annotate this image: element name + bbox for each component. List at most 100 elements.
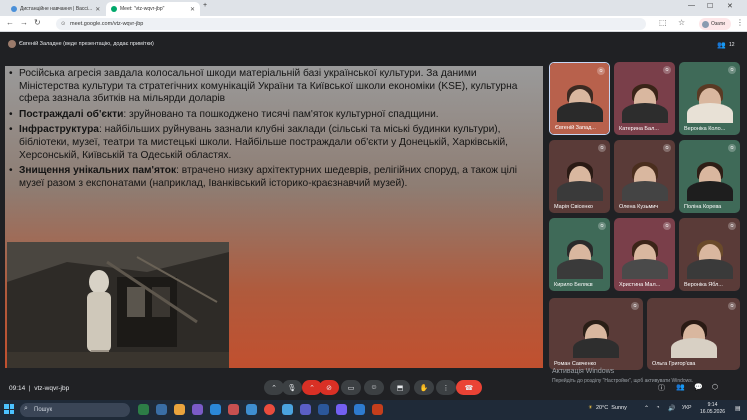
folder-icon[interactable] [174,404,185,415]
captions-button[interactable]: ▭ [341,380,361,395]
volume-icon[interactable]: 🔊 [668,405,675,412]
tab-label: Дистанційне навчання | Вассі... [20,6,93,12]
participant-name: Вероніка Коло... [684,126,726,132]
participant-shoulders [670,338,717,358]
microphone-button[interactable]: 🎙 [282,380,302,395]
camera-off-icon: ⊘ [326,384,332,392]
bullet-heading: Інфраструктура [19,124,99,136]
bookmark-star-icon[interactable]: ☆ [678,18,685,27]
url-input[interactable]: ⊙ meet.google.com/vtz-wqvr-jbp [56,18,646,30]
weather-widget[interactable]: ☀ 20°C Sunny [588,405,627,411]
people-icon[interactable]: 👥 [717,41,726,49]
tab-distance-learning[interactable]: Дистанційне навчання | Вассі... ✕ [6,2,104,16]
presenter-avatar [8,40,16,48]
edge-icon[interactable] [210,404,221,415]
participant-tile[interactable]: ⦸ Євгеній Запад... [549,62,610,135]
url-text: meet.google.com/vtz-wqvr-jbp [70,21,144,27]
clock-time: 9:14 [707,402,718,408]
participant-tile[interactable]: ⦸ Роман Савченко [549,298,643,370]
more-options-button[interactable]: ⋮ [436,380,456,395]
hand-icon: ✋ [419,384,429,392]
taskbar-clock[interactable]: 9:14 16.05.2026 [700,402,725,416]
present-icon: ⬒ [396,384,404,392]
slide-bullet: Російська агресія завдала колосальної шк… [9,68,539,106]
participant-tile[interactable]: ⦸ Кирило Беляєв [549,218,610,291]
microphone-icon: 🎙 [287,384,297,392]
reactions-button[interactable]: ☺ [364,380,384,395]
people-panel-icon[interactable]: 👥 [676,383,685,391]
participant-shoulders [686,259,733,279]
presentation-slide: Російська агресія завдала колосальної шк… [5,66,543,368]
participant-shoulders [621,181,668,201]
mic-muted-icon: ⦸ [728,66,736,74]
activities-icon[interactable]: ⬡ [712,383,718,391]
participant-name: Олена Кузьмич [619,204,659,210]
bullet-text: : зруйновано та пошкоджено тисячі пам'ят… [123,108,439,120]
site-info-icon[interactable]: ⊙ [61,21,65,27]
participant-name: Вероніка Ябл... [684,282,723,288]
more-audio-options-button[interactable]: ⌃ [264,380,284,395]
search-icon: ⌕ [24,405,28,412]
taskview-icon[interactable] [138,404,149,415]
participant-shoulders [686,103,733,123]
participant-tile[interactable]: ⦸ Вероніка Ябл... [679,218,740,291]
chrome-icon[interactable] [264,404,275,415]
profile-avatar [702,20,709,28]
app-icon[interactable] [246,404,257,415]
bullet-heading: Знищення унікальних пам'яток [19,165,177,177]
participant-tile[interactable]: ⦸ Поліна Корева [679,140,740,213]
wifi-icon[interactable]: ◔ [656,405,660,411]
windows-start-icon[interactable] [4,404,14,414]
app-icon[interactable] [300,404,311,415]
present-screen-button[interactable]: ⬒ [390,380,410,395]
info-icon[interactable]: ⓘ [658,383,665,393]
participant-tile[interactable]: ⦸ Марія Свісенко [549,140,610,213]
slide-bullet: Постраждалі об'єкти: зруйновано та пошко… [9,109,539,122]
mic-muted-icon: ⦸ [598,144,606,152]
leave-call-button[interactable]: ☎ [456,380,482,395]
maximize-icon[interactable]: ☐ [707,2,713,10]
mic-muted-icon: ⦸ [663,66,671,74]
tab-meet[interactable]: Meet: "vtz-wqvr-jbp" ✕ [106,2,200,16]
close-tab-icon[interactable]: ✕ [190,6,195,13]
participant-shoulders [621,103,668,123]
language-icon[interactable]: УКР [682,405,691,411]
participant-tile[interactable]: ⦸ Ольга Григор'єва [647,298,740,370]
word-icon[interactable] [318,404,329,415]
participant-tile[interactable]: ⦸ Христина Мал... [614,218,675,291]
participant-count: 12 [729,42,735,48]
menu-icon[interactable]: ⋮ [736,18,744,27]
raise-hand-button[interactable]: ✋ [414,380,434,395]
file-explorer-icon[interactable] [156,404,167,415]
app-icon[interactable] [192,404,203,415]
slide-bullet: Знищення унікальних пам'яток: втрачено н… [9,165,539,190]
activation-watermark-title: Активація Windows [552,368,615,375]
chat-icon[interactable]: 💬 [694,383,703,391]
app-icon[interactable] [354,404,365,415]
new-tab-button[interactable]: + [203,2,207,9]
extensions-icon[interactable]: ⬚ [659,18,667,27]
tray-chevron-icon[interactable]: ⌃ [644,405,649,412]
close-tab-icon[interactable]: ✕ [95,6,100,13]
reload-icon[interactable]: ↻ [34,18,41,27]
participant-tile[interactable]: ⦸ Катерина Бал... [614,62,675,135]
forward-icon[interactable]: → [20,18,28,27]
back-icon[interactable]: ← [6,18,14,27]
minimize-icon[interactable]: — [688,2,695,9]
app-icon[interactable] [228,404,239,415]
powerpoint-icon[interactable] [372,404,383,415]
participant-name: Євгеній Запад... [555,125,596,131]
close-window-icon[interactable]: ✕ [727,2,733,10]
meeting-code: vtz-wqvr-jbp [34,385,70,392]
participant-tile[interactable]: ⦸ Олена Кузьмич [614,140,675,213]
mic-muted-icon: ⦸ [728,144,736,152]
telegram-icon[interactable] [282,404,293,415]
presenter-bar: Євгеній Заладне (веде презентацію, додає… [8,40,154,48]
camera-off-button[interactable]: ⊘ [319,380,339,395]
slide-text: Російська агресія завдала колосальної шк… [9,68,539,193]
taskbar-search-input[interactable]: ⌕ Пошук [20,403,130,417]
viber-icon[interactable] [336,404,347,415]
participant-tile[interactable]: ⦸ Вероніка Коло... [679,62,740,135]
profile-button[interactable]: Озати [699,18,731,30]
notifications-icon[interactable]: ▤ [735,405,741,412]
